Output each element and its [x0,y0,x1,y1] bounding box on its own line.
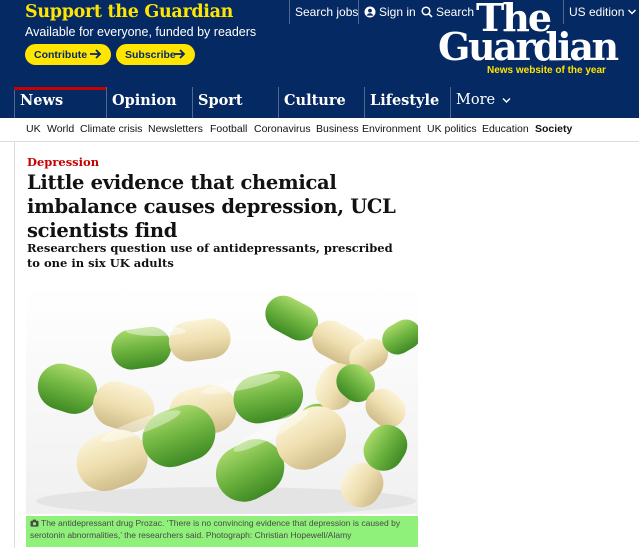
support-heading: Support the Guardian [25,2,234,22]
pillar-label: Lifestyle [370,92,440,109]
divider [289,0,290,24]
contribute-button[interactable]: Contribute [25,44,111,65]
subnav-item-uk[interactable]: UK [26,123,41,135]
pillar-sport[interactable]: Sport [192,87,278,118]
pillar-label: Opinion [112,92,177,109]
subnav-item-coronavirus[interactable]: Coronavirus [254,123,311,135]
subnav-item-environment[interactable]: Environment [362,123,421,135]
logo-tagline: News website of the year [487,65,606,76]
search-jobs-link[interactable]: Search jobs [295,4,358,20]
arrow-right-icon [90,49,102,59]
caption-text: The antidepressant drug Prozac. ‘There i… [30,518,401,540]
subnav-item-newsletters[interactable]: Newsletters [148,123,203,135]
subnav-item-business[interactable]: Business [316,123,359,135]
search-jobs-label: Search jobs [295,5,359,19]
sign-in-label: Sign in [379,5,416,19]
subnav-item-world[interactable]: World [47,123,74,135]
pillar-nav: News Opinion Sport Culture Lifestyle Mor… [0,87,639,118]
support-subtitle: Available for everyone, funded by reader… [25,25,257,39]
sign-in-link[interactable]: Sign in [364,4,416,20]
image-caption: The antidepressant drug Prozac. ‘There i… [26,516,418,547]
hero-image [26,286,418,514]
section-label[interactable]: Depression [27,155,99,169]
camera-icon [30,519,39,527]
subnav-item-climate-crisis[interactable]: Climate crisis [80,123,142,135]
pillar-more[interactable]: More [450,87,530,118]
pillar-culture[interactable]: Culture [278,87,364,118]
pillar-opinion[interactable]: Opinion [106,87,192,118]
subscribe-button[interactable]: Subscribe [116,44,195,65]
chevron-down-icon [502,98,511,103]
contribute-label: Contribute [34,48,88,61]
article-headline: Little evidence that chemical imbalance … [27,171,396,242]
pillar-label: Culture [284,92,346,109]
subnav: UK World Climate crisis Newsletters Foot… [0,118,639,142]
subnav-item-football[interactable]: Football [210,123,247,135]
pillar-accent-bar [14,87,106,90]
subnav-item-education[interactable]: Education [482,123,529,135]
pillar-lifestyle[interactable]: Lifestyle [364,87,450,118]
article-standfirst: Researchers question use of antidepressa… [27,241,393,270]
subnav-item-society[interactable]: Society [535,123,572,135]
user-icon [364,6,376,18]
subscribe-label: Subscribe [125,48,176,61]
masthead: Support the Guardian Available for every… [0,0,639,87]
divider [358,0,359,24]
guardian-logo[interactable]: The Guardian [438,0,633,69]
arrow-right-icon [174,49,186,59]
pillar-news[interactable]: News [14,87,106,118]
pillar-label: News [20,92,64,109]
pillar-label: More [456,92,496,108]
subnav-item-uk-politics[interactable]: UK politics [427,123,477,135]
logo-word-guardian: Guardian [438,24,619,69]
pillar-label: Sport [198,92,243,109]
search-icon [421,6,433,18]
